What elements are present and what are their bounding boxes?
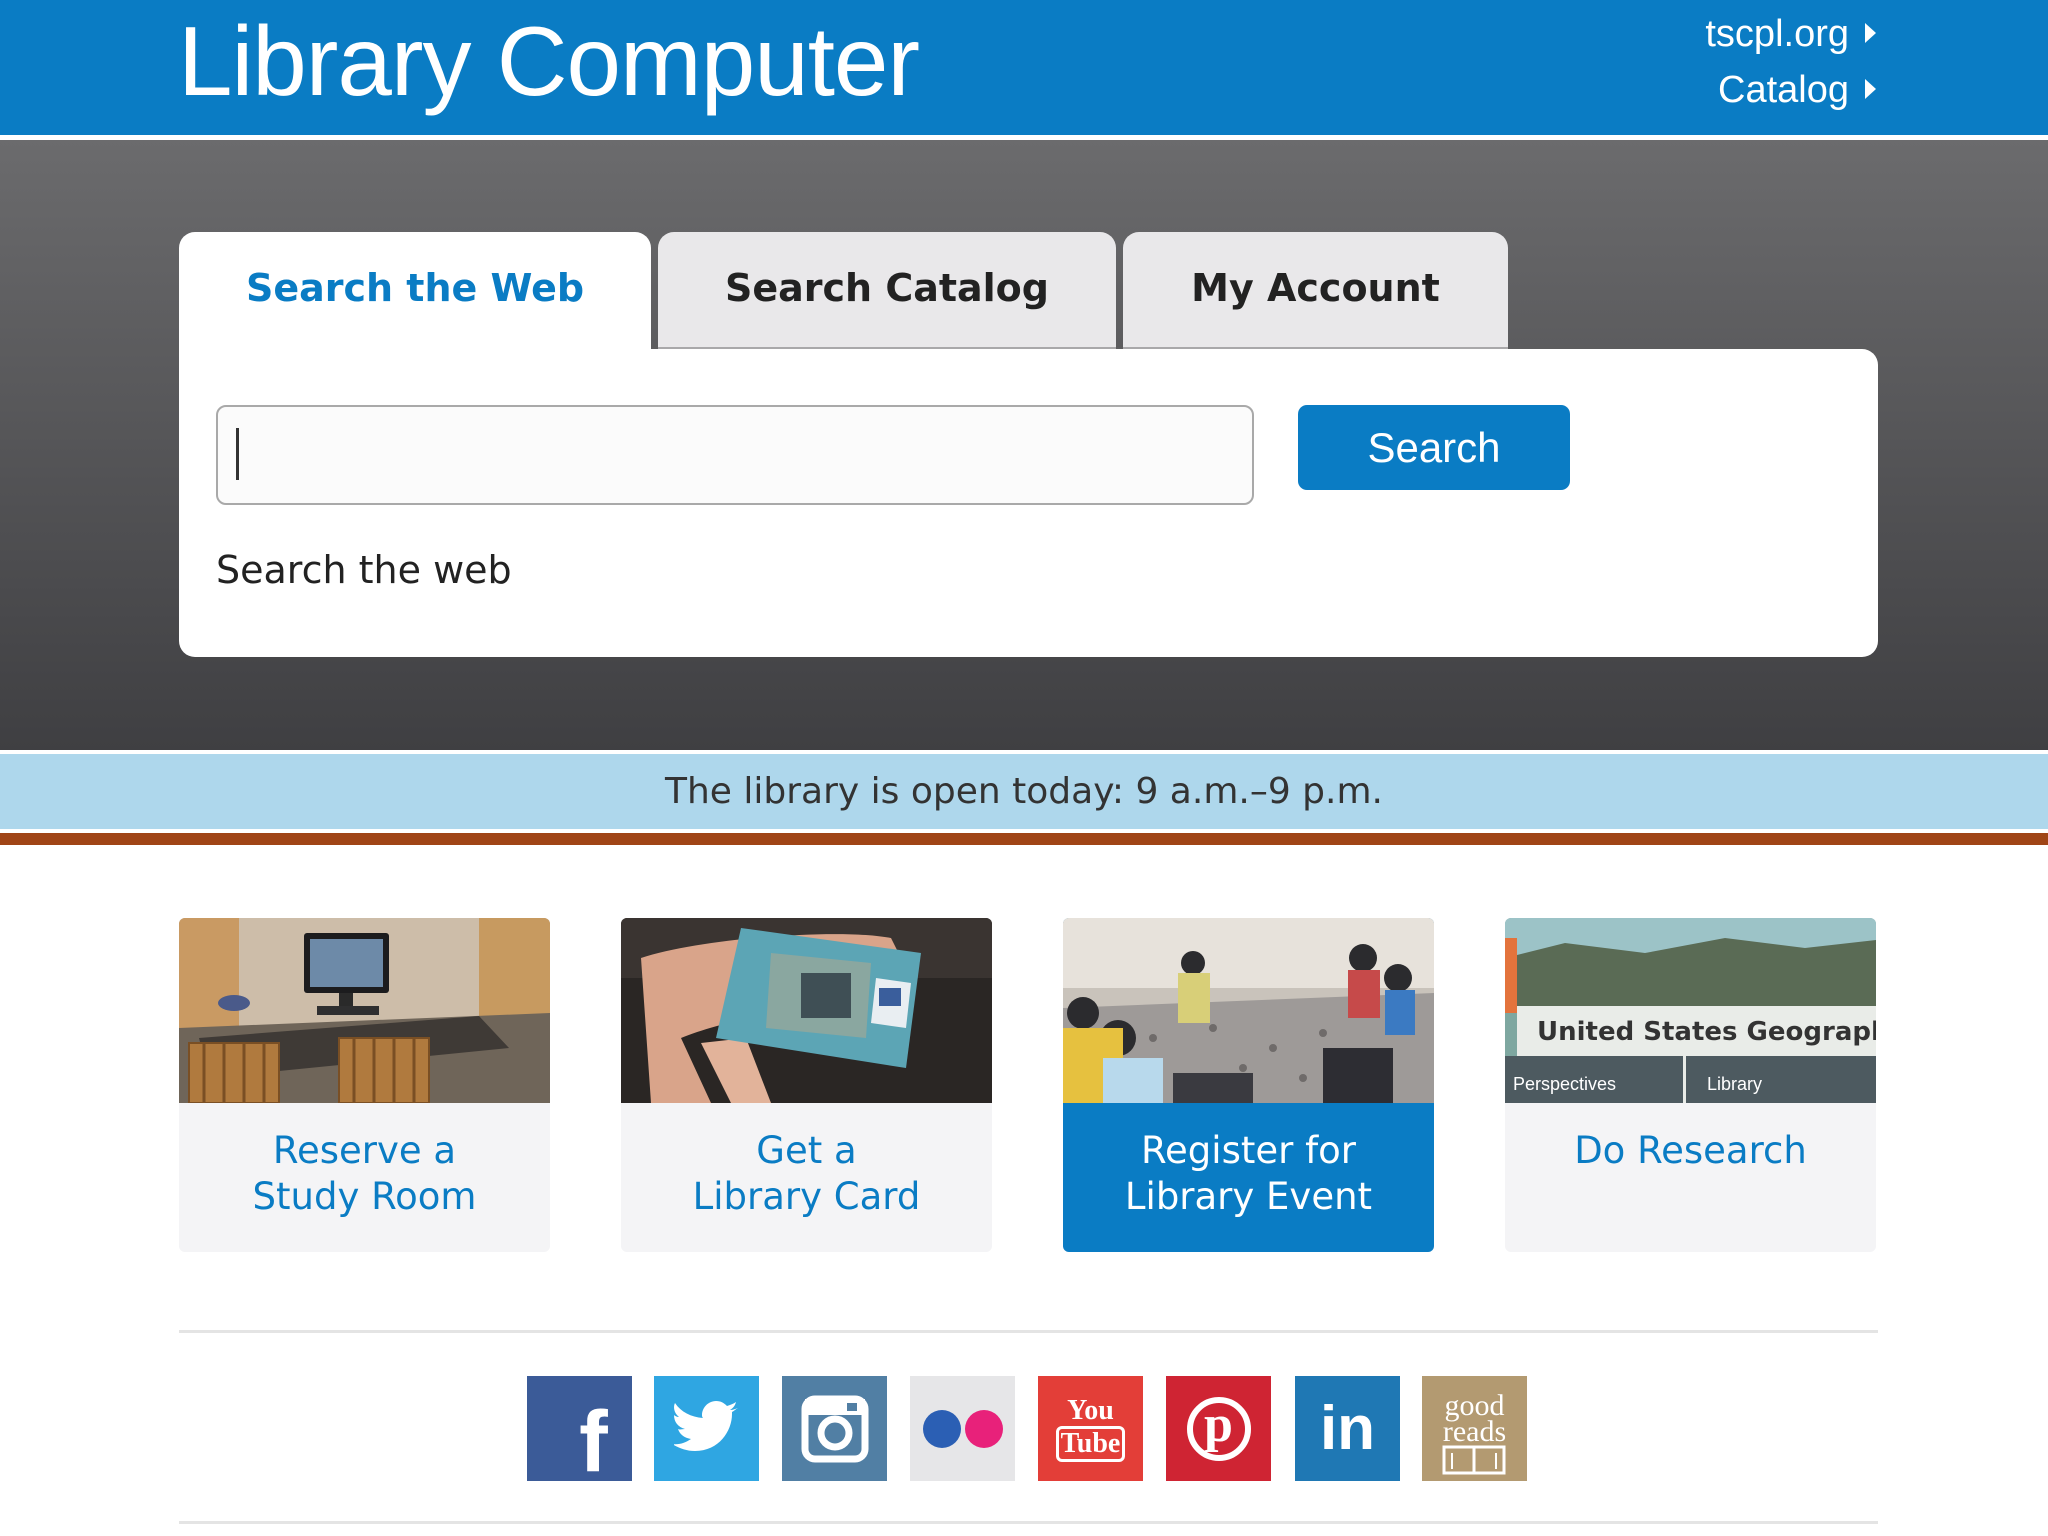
search-input[interactable]: [216, 405, 1254, 505]
instagram-icon[interactable]: [782, 1376, 887, 1481]
search-hint: Search the web: [216, 548, 512, 592]
twitter-bird-glyph: [673, 1400, 738, 1451]
card-reserve-study-room[interactable]: Reserve a Study Room: [179, 918, 550, 1252]
tab-search-web-label: Search the Web: [245, 266, 585, 310]
youtube-icon[interactable]: You Tube: [1038, 1376, 1143, 1481]
caret-right-icon: [1865, 22, 1876, 43]
card-label: Do Research: [1505, 1128, 1876, 1174]
card-label: Reserve a Study Room: [179, 1128, 550, 1220]
facebook-glyph: f: [579, 1394, 608, 1481]
youtube-glyph-bottom: Tube: [1055, 1425, 1126, 1462]
text-cursor: [236, 428, 239, 480]
goodreads-icon[interactable]: good reads: [1422, 1376, 1527, 1481]
database-tab-library: Library: [1707, 1074, 1762, 1094]
pinterest-glyph: p: [1204, 1396, 1233, 1453]
flickr-dots-glyph: [922, 1409, 1003, 1448]
flickr-icon[interactable]: [910, 1376, 1015, 1481]
study-room-photo: [179, 918, 550, 1103]
youtube-glyph: You Tube: [1055, 1394, 1126, 1462]
youtube-glyph-top: You: [1067, 1394, 1114, 1426]
card-label-line1: Register for: [1141, 1129, 1356, 1172]
tab-my-account[interactable]: My Account: [1123, 232, 1508, 350]
card-label-line2: Library Card: [692, 1175, 921, 1218]
pinterest-circle: p: [1186, 1396, 1251, 1461]
pinterest-icon[interactable]: p: [1166, 1376, 1271, 1481]
tab-my-account-label: My Account: [1191, 265, 1440, 310]
linkedin-glyph: in: [1319, 1394, 1376, 1463]
card-label-line2: Study Room: [252, 1175, 477, 1218]
hours-banner: The library is open today: 9 a.m.–9 p.m.: [0, 754, 2048, 829]
twitter-icon[interactable]: [654, 1376, 759, 1481]
caret-right-icon: [1865, 78, 1876, 99]
card-get-library-card[interactable]: Get a Library Card: [621, 918, 992, 1252]
tab-search-catalog-label: Search Catalog: [724, 265, 1049, 310]
card-label-line2: Library Event: [1124, 1175, 1373, 1218]
card-label-line1: Reserve a: [272, 1129, 457, 1172]
accent-rule: [0, 833, 2048, 845]
catalog-link-label: Catalog: [1718, 69, 1849, 111]
card-label-line1: Get a: [756, 1129, 857, 1172]
tab-search-web[interactable]: Search the Web: [179, 232, 651, 354]
tscpl-link-label: tscpl.org: [1705, 13, 1849, 55]
search-button[interactable]: Search: [1298, 405, 1570, 490]
catalog-link[interactable]: Catalog: [1718, 68, 1876, 112]
goodreads-glyph: good reads: [1442, 1390, 1507, 1448]
library-card-photo: [621, 918, 992, 1103]
tab-search-catalog[interactable]: Search Catalog: [658, 232, 1116, 350]
goodreads-glyph-bottom: reads: [1442, 1414, 1507, 1448]
card-register-library-event[interactable]: Register for Library Event: [1063, 918, 1434, 1252]
library-event-photo: [1063, 918, 1434, 1103]
tscpl-link[interactable]: tscpl.org: [1705, 12, 1876, 56]
card-label: Get a Library Card: [621, 1128, 992, 1220]
site-header: Library Computer tscpl.org Catalog: [0, 0, 2048, 135]
book-icon: [1442, 1445, 1506, 1475]
database-title-text: United States Geography: [1537, 1017, 1876, 1047]
footer-divider-bottom: [179, 1521, 1878, 1524]
page-title: Library Computer: [178, 6, 920, 116]
instagram-camera-glyph: [801, 1395, 868, 1462]
footer-divider-top: [179, 1330, 1878, 1333]
facebook-icon[interactable]: f: [527, 1376, 632, 1481]
card-label: Register for Library Event: [1063, 1128, 1434, 1220]
card-label-line1: Do Research: [1574, 1129, 1807, 1172]
card-do-research[interactable]: United States Geography Perspectives Lib…: [1505, 918, 1876, 1252]
hours-text: The library is open today: 9 a.m.–9 p.m.: [665, 771, 1383, 812]
database-tab-perspectives: Perspectives: [1513, 1074, 1616, 1094]
linkedin-icon[interactable]: in: [1295, 1376, 1400, 1481]
research-database-photo: United States Geography Perspectives Lib…: [1505, 918, 1876, 1103]
